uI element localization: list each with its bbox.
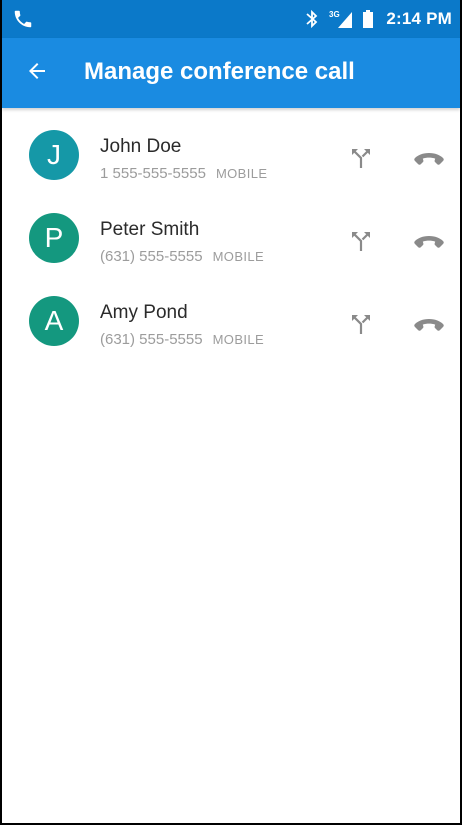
app-bar: Manage conference call [2, 38, 460, 108]
status-icons: 3G 2:14 PM [304, 0, 452, 38]
bluetooth-icon [304, 8, 320, 30]
end-call-button[interactable] [410, 229, 448, 257]
contact-details: (631) 555-5555 MOBILE [100, 248, 264, 265]
phone-call-icon [12, 8, 34, 30]
participant-list: J John Doe 1 555-555-5555 MOBILE P Peter… [2, 108, 460, 357]
call-end-icon [413, 315, 445, 338]
list-item: A Amy Pond (631) 555-5555 MOBILE [2, 274, 460, 357]
signal-3g-icon: 3G [328, 8, 354, 30]
end-call-button[interactable] [410, 146, 448, 174]
list-item: P Peter Smith (631) 555-5555 MOBILE [2, 191, 460, 274]
split-call-button[interactable] [347, 146, 375, 174]
number-type: MOBILE [212, 249, 265, 264]
number-type: MOBILE [212, 332, 265, 347]
call-split-icon [349, 312, 373, 341]
split-call-button[interactable] [347, 229, 375, 257]
contact-details: 1 555-555-5555 MOBILE [100, 165, 267, 182]
avatar: P [29, 213, 79, 263]
arrow-back-icon [25, 59, 49, 88]
number-type: MOBILE [215, 166, 268, 181]
page-title: Manage conference call [84, 58, 355, 85]
list-item: J John Doe 1 555-555-5555 MOBILE [2, 108, 460, 191]
contact-name: Peter Smith [100, 219, 200, 240]
split-call-button[interactable] [347, 312, 375, 340]
call-split-icon [349, 229, 373, 258]
call-end-icon [413, 232, 445, 255]
call-split-icon [349, 146, 373, 175]
call-end-icon [413, 149, 445, 172]
status-time: 2:14 PM [386, 9, 452, 28]
end-call-button[interactable] [410, 312, 448, 340]
contact-name: Amy Pond [100, 302, 188, 323]
status-bar: 3G 2:14 PM [2, 0, 460, 38]
contact-number: 1 555-555-5555 [100, 165, 206, 182]
avatar: A [29, 296, 79, 346]
phone-screen: 3G 2:14 PM Manage conference call J John… [0, 0, 462, 825]
battery-icon [362, 8, 378, 30]
back-button[interactable] [20, 56, 54, 90]
contact-number: (631) 555-5555 [100, 248, 203, 265]
contact-number: (631) 555-5555 [100, 331, 203, 348]
contact-details: (631) 555-5555 MOBILE [100, 331, 264, 348]
avatar: J [29, 130, 79, 180]
contact-name: John Doe [100, 136, 182, 157]
network-type-label: 3G [329, 10, 340, 19]
